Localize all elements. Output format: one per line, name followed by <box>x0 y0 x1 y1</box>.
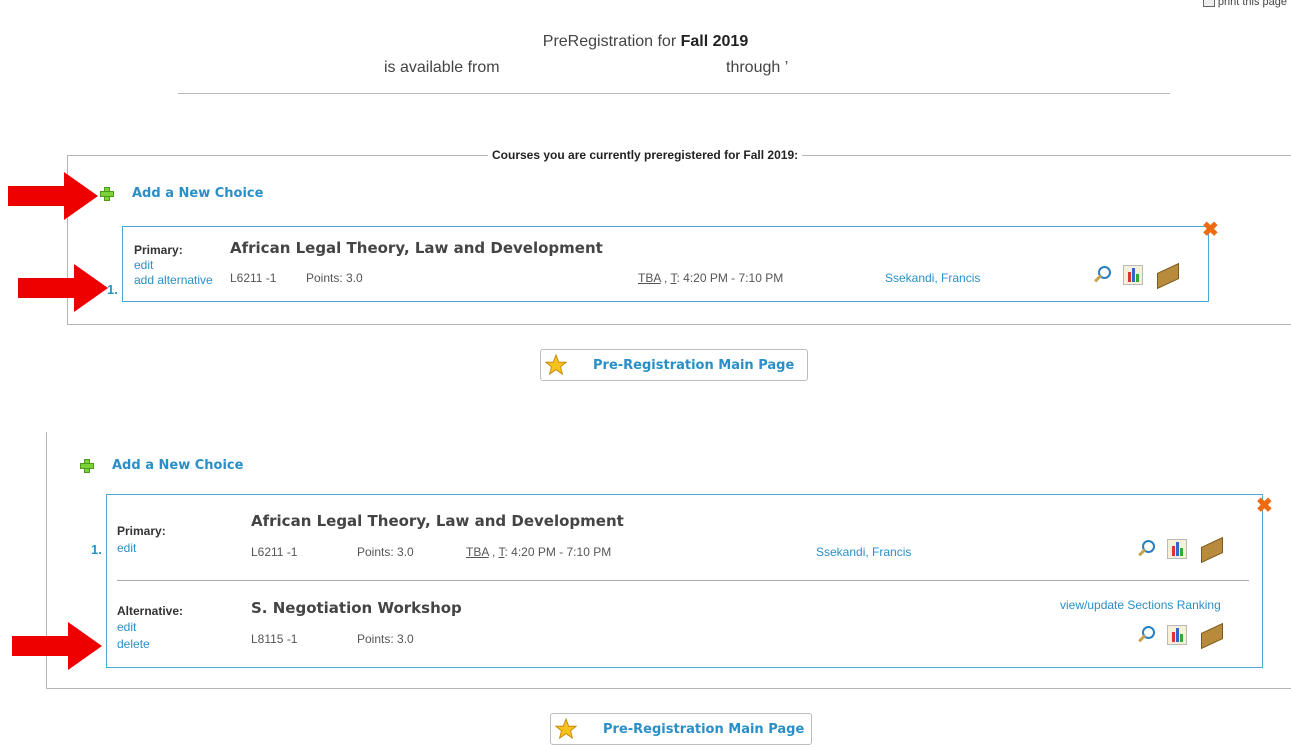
primary-label: Primary: <box>117 524 166 538</box>
add-new-choice-button[interactable]: Add a New Choice <box>100 186 263 201</box>
alternative-label: Alternative: <box>117 604 184 618</box>
course-title: S. Negotiation Workshop <box>251 599 462 617</box>
course-code: L6211 -1 <box>251 545 298 559</box>
choice-number: 1. <box>107 282 118 297</box>
preregistration-main-page-button[interactable]: Pre-Registration Main Page <box>550 713 812 745</box>
choice-divider <box>117 580 1249 581</box>
through-text: through ’ <box>726 59 789 76</box>
view-update-ranking-link[interactable]: view/update Sections Ranking <box>1060 598 1221 612</box>
course-code: L6211 -1 <box>230 271 277 285</box>
printer-icon <box>1202 0 1215 7</box>
course-points: Points: 3.0 <box>357 632 414 646</box>
book-icon[interactable] <box>1155 264 1181 286</box>
close-icon[interactable]: ✖ <box>1202 220 1219 240</box>
available-from-text: is available from <box>384 59 500 76</box>
page-title: PreRegistration for Fall 2019 <box>542 33 749 50</box>
primary-label: Primary: <box>134 243 183 257</box>
preregistration-main-page-button[interactable]: Pre-Registration Main Page <box>540 349 808 381</box>
star-icon <box>545 354 567 376</box>
edit-link[interactable]: edit <box>117 541 136 555</box>
magnifier-icon[interactable] <box>1137 626 1155 644</box>
room-link[interactable]: TBA <box>638 271 661 285</box>
chart-icon[interactable] <box>1167 539 1187 559</box>
magnifier-icon[interactable] <box>1093 266 1111 284</box>
print-page-link[interactable]: print this page <box>1202 0 1287 8</box>
instructor-link[interactable]: Ssekandi, Francis <box>885 271 980 285</box>
section-bottom-border <box>46 688 1291 689</box>
book-icon[interactable] <box>1199 538 1225 560</box>
instructor-link[interactable]: Ssekandi, Francis <box>816 545 911 559</box>
course-actions <box>1137 624 1225 646</box>
course-title: African Legal Theory, Law and Developmen… <box>230 239 603 257</box>
header-divider <box>178 93 1170 94</box>
edit-link[interactable]: edit <box>117 620 136 634</box>
course-actions <box>1137 538 1225 560</box>
course-schedule: TBA , T: 4:20 PM - 7:10 PM <box>466 545 612 559</box>
course-points: Points: 3.0 <box>306 271 363 285</box>
plus-icon <box>80 458 94 473</box>
chart-icon[interactable] <box>1123 265 1143 285</box>
add-alternative-link[interactable]: add alternative <box>134 273 213 287</box>
choice-number: 1. <box>91 542 102 557</box>
course-schedule: TBA , T: 4:20 PM - 7:10 PM <box>638 271 784 285</box>
add-new-choice-button[interactable]: Add a New Choice <box>80 458 243 473</box>
chart-icon[interactable] <box>1167 625 1187 645</box>
magnifier-icon[interactable] <box>1137 540 1155 558</box>
arrow-icon <box>18 264 108 312</box>
course-code: L8115 -1 <box>251 632 298 646</box>
course-points: Points: 3.0 <box>357 545 414 559</box>
book-icon[interactable] <box>1199 624 1225 646</box>
arrow-icon <box>8 172 98 220</box>
delete-link[interactable]: delete <box>117 637 150 651</box>
room-link[interactable]: TBA <box>466 545 489 559</box>
course-actions <box>1093 264 1181 286</box>
course-choice-card <box>122 226 1209 302</box>
arrow-icon <box>12 622 102 670</box>
star-icon <box>555 718 577 740</box>
edit-link[interactable]: edit <box>134 258 153 272</box>
fieldset-legend: Courses you are currently preregistered … <box>488 148 803 162</box>
close-icon[interactable]: ✖ <box>1256 496 1273 516</box>
course-title: African Legal Theory, Law and Developmen… <box>251 512 624 530</box>
plus-icon <box>100 186 114 201</box>
term-name: Fall 2019 <box>680 33 749 50</box>
